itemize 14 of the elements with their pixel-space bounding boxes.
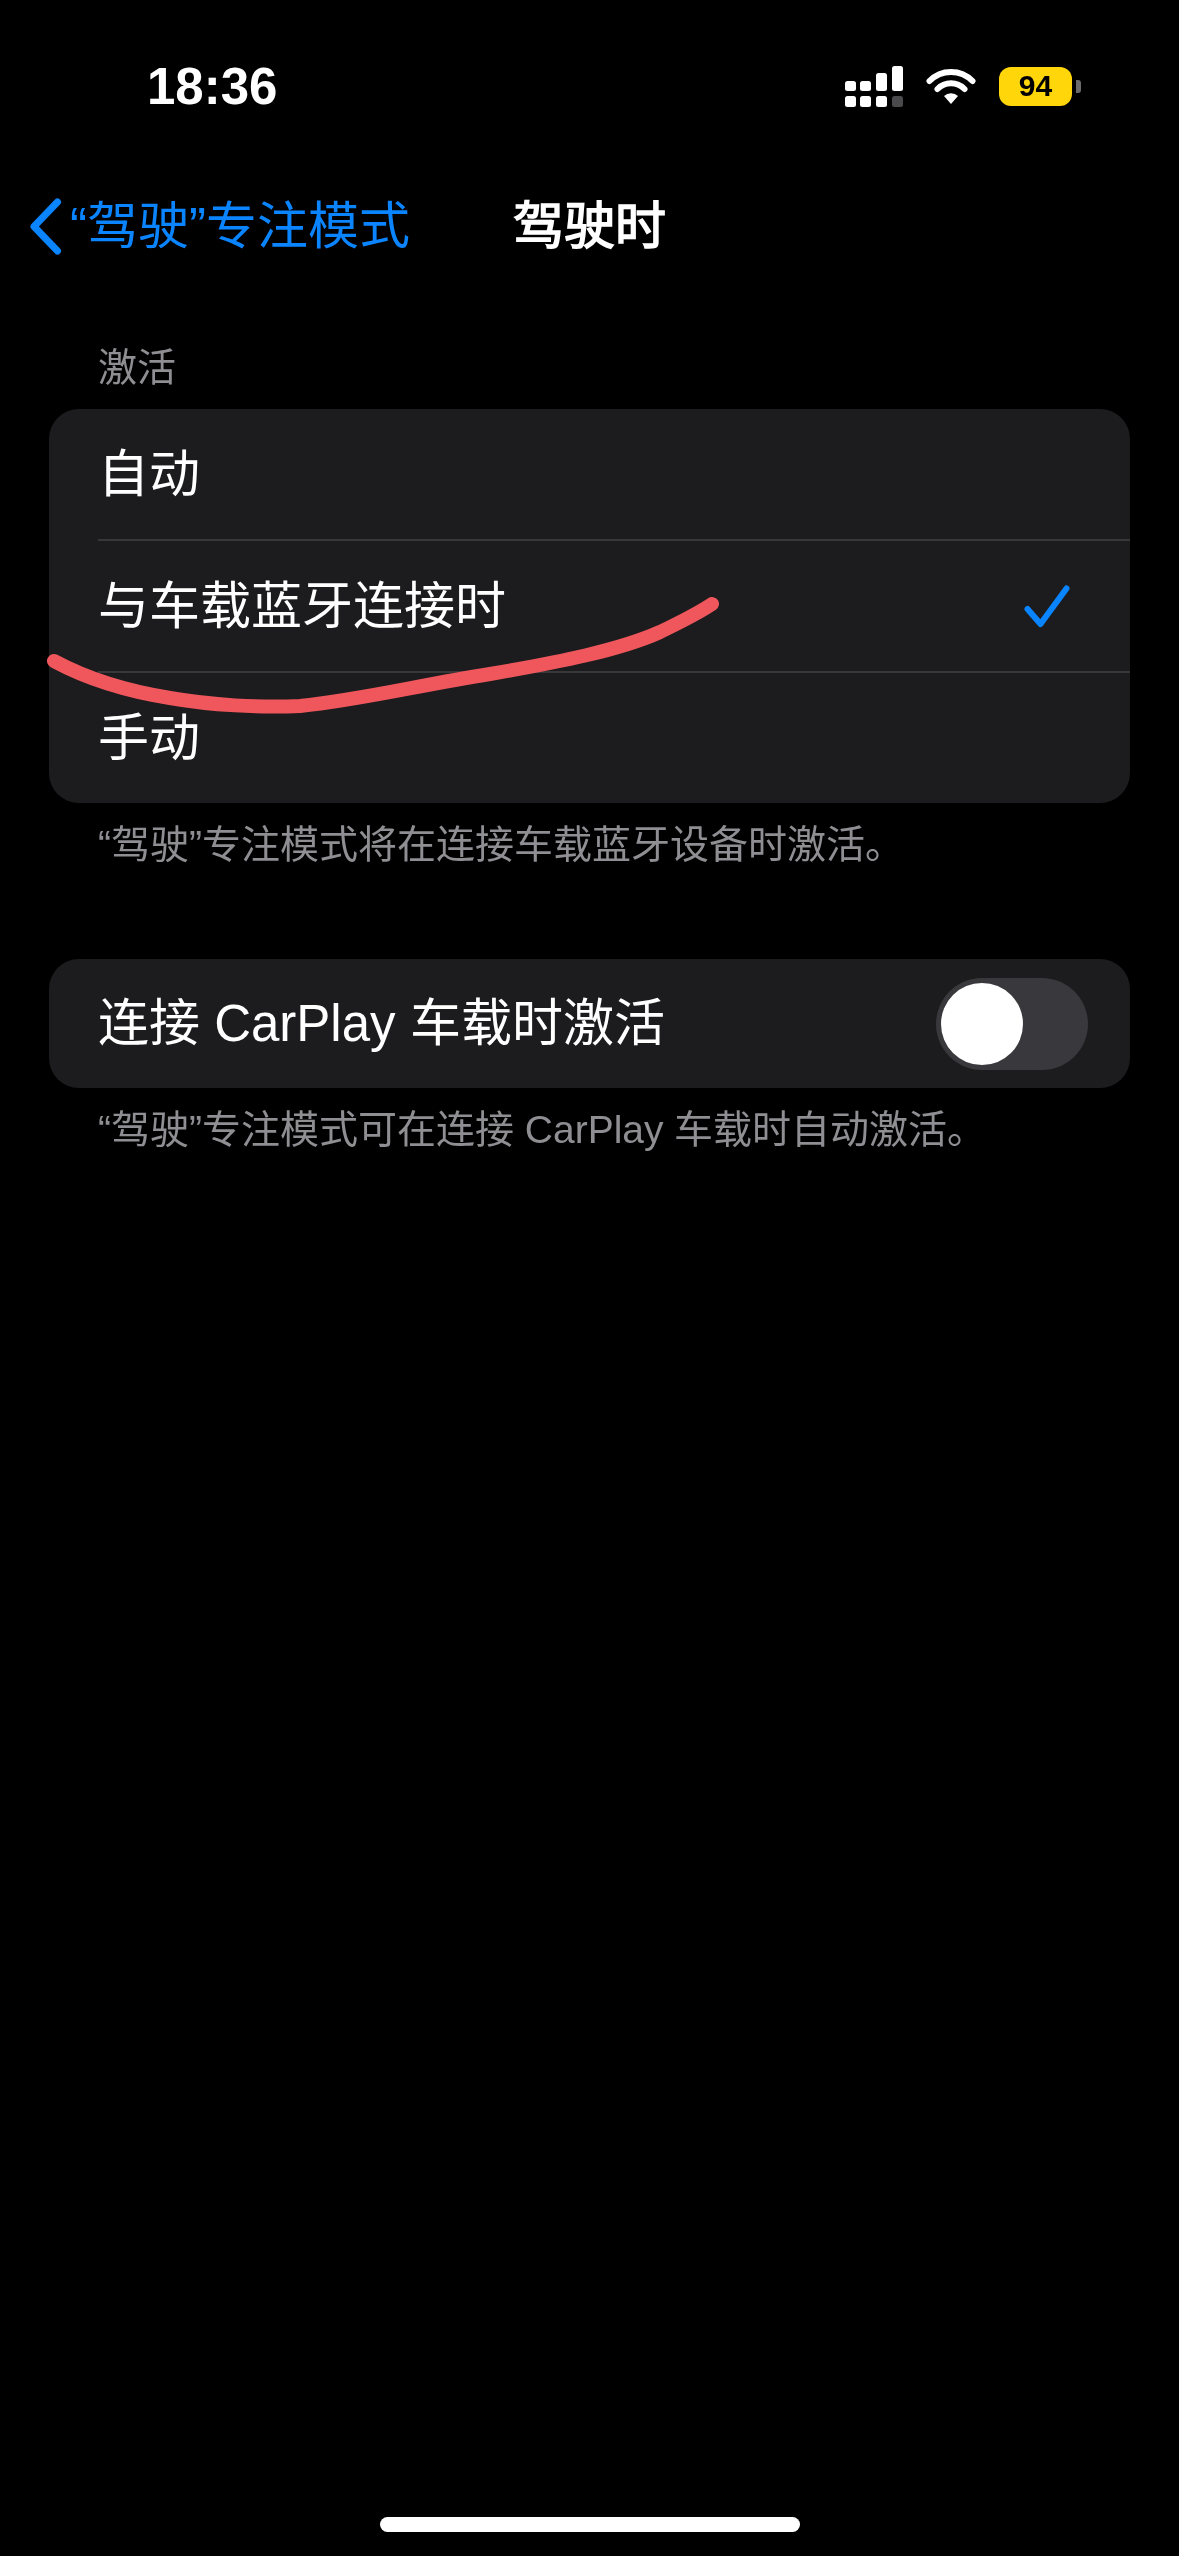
- section-footer: “驾驶”专注模式将在连接车载蓝牙设备时激活。: [49, 821, 1130, 869]
- option-row[interactable]: 自动: [49, 409, 1130, 539]
- status-time: 18:36: [147, 60, 278, 112]
- option-row[interactable]: 手动: [49, 673, 1130, 803]
- battery-indicator: 94: [999, 66, 1081, 106]
- signal-icon: [845, 65, 903, 107]
- option-row[interactable]: 与车载蓝牙连接时: [49, 541, 1130, 671]
- back-button[interactable]: “驾驶”专注模式: [28, 197, 410, 255]
- screen-title: 驾驶时: [513, 200, 666, 252]
- wifi-icon: [926, 67, 976, 105]
- section-footer: “驾驶”专注模式可在连接 CarPlay 车载时自动激活。: [49, 1106, 1130, 1154]
- chevron-left-icon: [28, 197, 62, 255]
- checkmark-icon: [1024, 583, 1070, 629]
- section-header: 激活: [97, 345, 177, 391]
